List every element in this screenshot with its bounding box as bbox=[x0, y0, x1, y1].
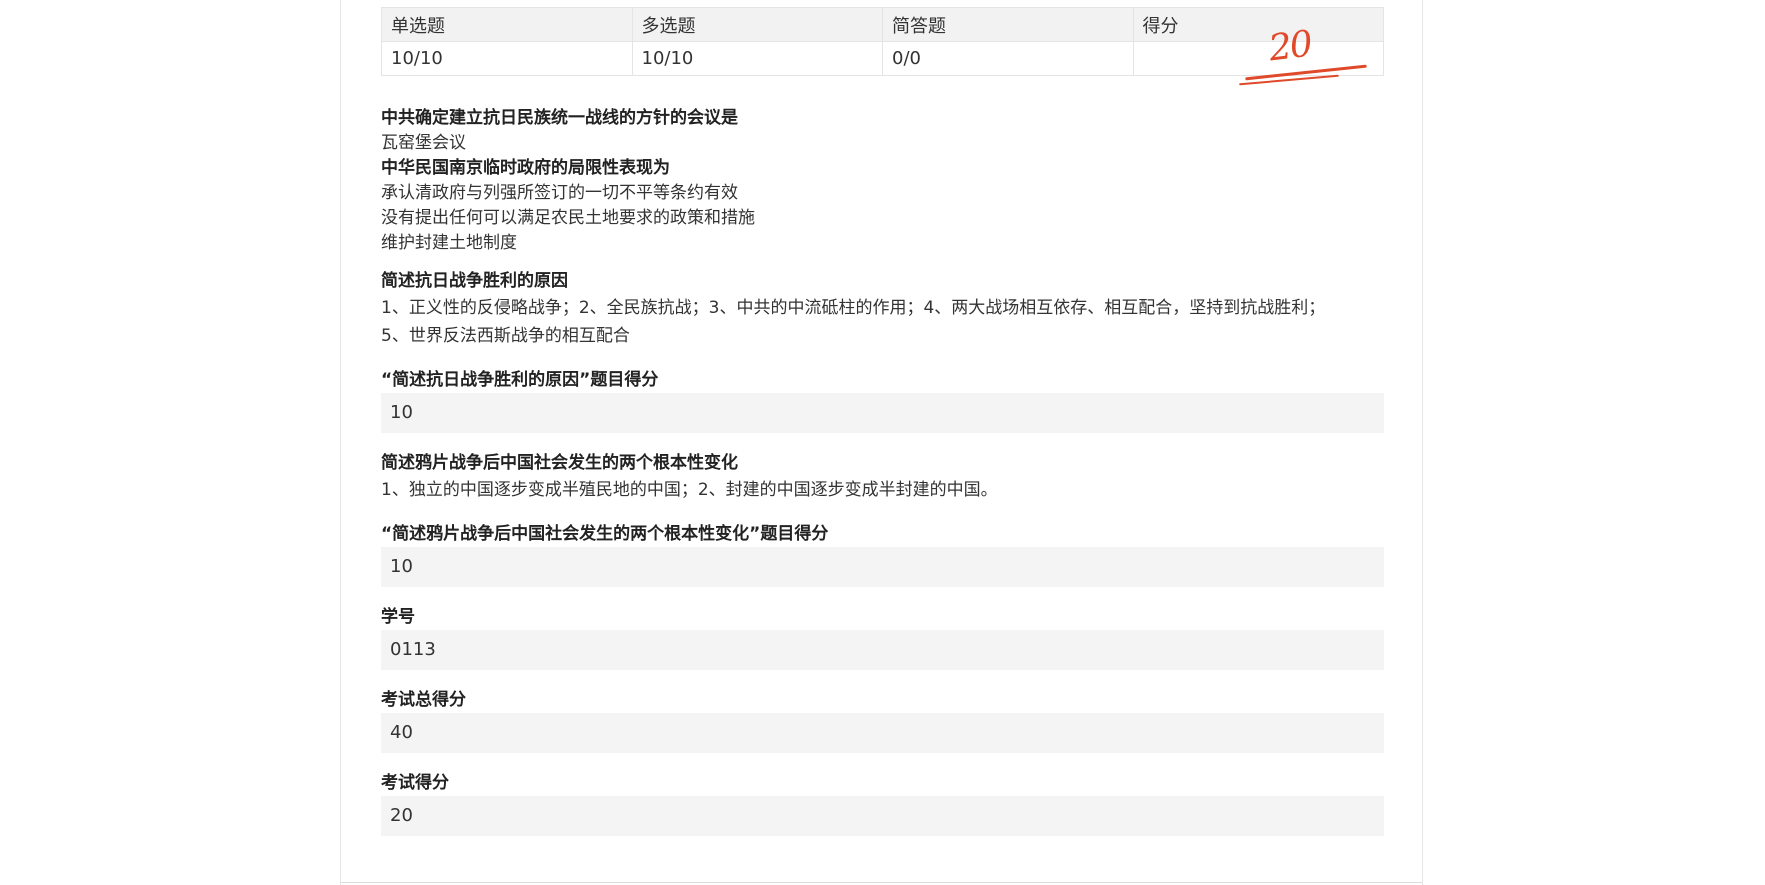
header-single-choice: 单选题 bbox=[381, 7, 633, 42]
total-score-label: 考试总得分 bbox=[381, 690, 466, 710]
total-score-value: 40 bbox=[381, 713, 1384, 753]
score-table-header-row: 单选题 多选题 简答题 得分 bbox=[381, 7, 1384, 42]
score-summary-table: 单选题 多选题 简答题 得分 10/10 10/10 0/0 20 bbox=[381, 7, 1384, 86]
short-answer-text: 1、独立的中国逐步变成半殖民地的中国；2、封建的中国逐步变成半封建的中国。 bbox=[381, 480, 998, 500]
handwritten-grade-mark: 20 bbox=[1238, 23, 1367, 88]
answer-text: 瓦窑堡会议 bbox=[381, 133, 466, 153]
student-id-field: 学号 0113 bbox=[381, 605, 1384, 670]
page-bottom-border bbox=[341, 882, 1422, 883]
short-answer-text: 5、世界反法西斯战争的相互配合 bbox=[381, 326, 630, 346]
student-id-label: 学号 bbox=[381, 607, 415, 627]
exam-score-label: 考试得分 bbox=[381, 773, 449, 793]
choice-questions: 中共确定建立抗日民族统一战线的方针的会议是 瓦窑堡会议 中华民国南京临时政府的局… bbox=[381, 106, 1384, 256]
exam-score-value: 20 bbox=[381, 796, 1384, 836]
value-score-cell: 20 bbox=[1132, 24, 1384, 86]
short-answer-item: 简述抗日战争胜利的原因 1、正义性的反侵略战争；2、全民族抗战；3、中共的中流砥… bbox=[381, 269, 1384, 433]
short-question-text: 简述抗日战争胜利的原因 bbox=[381, 271, 568, 291]
score-table-value-row: 10/10 10/10 0/0 20 bbox=[381, 24, 1384, 86]
exam-result-page: 单选题 多选题 简答题 得分 10/10 10/10 0/0 20 中共确定建立… bbox=[340, 0, 1423, 885]
question-item: 中华民国南京临时政府的局限性表现为 承认清政府与列强所签订的一切不平等条约有效 … bbox=[381, 156, 1384, 256]
value-single-choice: 10/10 bbox=[381, 41, 633, 76]
question-text: 中共确定建立抗日民族统一战线的方针的会议是 bbox=[381, 108, 738, 128]
question-score-value: 10 bbox=[381, 547, 1384, 587]
header-short-answer: 简答题 bbox=[882, 7, 1134, 42]
question-score-field: “简述抗日战争胜利的原因”题目得分 10 bbox=[381, 368, 1384, 433]
question-score-field: “简述鸦片战争后中国社会发生的两个根本性变化”题目得分 10 bbox=[381, 522, 1384, 587]
answer-text: 没有提出任何可以满足农民土地要求的政策和措施 bbox=[381, 208, 755, 228]
total-score-field: 考试总得分 40 bbox=[381, 688, 1384, 753]
short-answer-item: 简述鸦片战争后中国社会发生的两个根本性变化 1、独立的中国逐步变成半殖民地的中国… bbox=[381, 451, 1384, 587]
grade-mark-text: 20 bbox=[1266, 23, 1313, 70]
student-id-value: 0113 bbox=[381, 630, 1384, 670]
answer-text: 承认清政府与列强所签订的一切不平等条约有效 bbox=[381, 183, 738, 203]
value-multiple-choice: 10/10 bbox=[631, 41, 883, 76]
question-score-label: “简述抗日战争胜利的原因”题目得分 bbox=[381, 370, 659, 390]
short-answer-text: 1、正义性的反侵略战争；2、全民族抗战；3、中共的中流砥柱的作用；4、两大战场相… bbox=[381, 298, 1326, 318]
short-question-text: 简述鸦片战争后中国社会发生的两个根本性变化 bbox=[381, 453, 738, 473]
question-score-value: 10 bbox=[381, 393, 1384, 433]
exam-content: 单选题 多选题 简答题 得分 10/10 10/10 0/0 20 中共确定建立… bbox=[381, 7, 1384, 836]
exam-score-field: 考试得分 20 bbox=[381, 771, 1384, 836]
question-score-label: “简述鸦片战争后中国社会发生的两个根本性变化”题目得分 bbox=[381, 524, 829, 544]
answer-text: 维护封建土地制度 bbox=[381, 233, 517, 253]
question-item: 中共确定建立抗日民族统一战线的方针的会议是 瓦窑堡会议 bbox=[381, 106, 1384, 156]
header-multiple-choice: 多选题 bbox=[631, 7, 883, 42]
value-short-answer: 0/0 bbox=[882, 41, 1134, 76]
question-text: 中华民国南京临时政府的局限性表现为 bbox=[381, 158, 670, 178]
